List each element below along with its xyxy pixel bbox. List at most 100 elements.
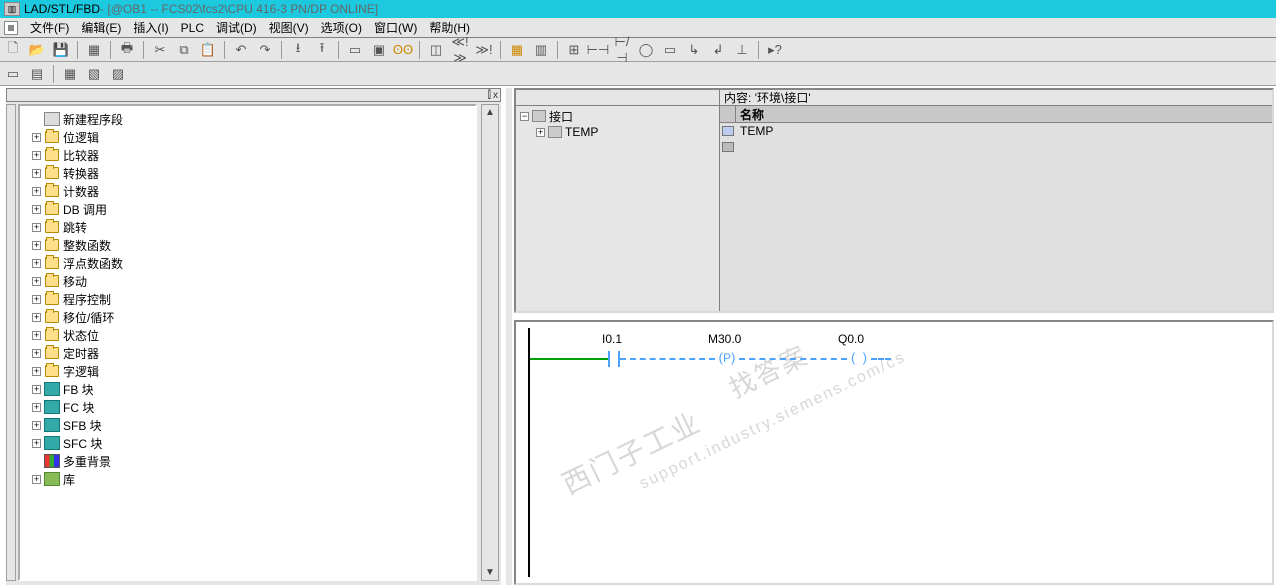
contact-no[interactable] bbox=[608, 351, 620, 367]
tb-block2[interactable]: ▣ bbox=[368, 40, 390, 60]
tree-sfc-blocks[interactable]: +SFC 块 bbox=[22, 434, 473, 452]
p-trigger[interactable]: (P) bbox=[715, 350, 739, 368]
expand-icon[interactable]: + bbox=[32, 385, 41, 394]
tb-contact-nc[interactable]: ⊢/⊣ bbox=[611, 40, 633, 60]
expand-icon[interactable]: + bbox=[32, 331, 41, 340]
iface-root[interactable]: − 接口 bbox=[518, 108, 717, 124]
interface-tree[interactable]: − 接口 + TEMP bbox=[516, 106, 719, 311]
tb-upload[interactable]: ⭱ bbox=[311, 40, 333, 60]
tree-db-call[interactable]: +DB 调用 bbox=[22, 200, 473, 218]
expand-icon[interactable]: + bbox=[32, 241, 41, 250]
catalog-tree[interactable]: 新建程序段 +位逻辑 +比较器 +转换器 +计数器 +DB 调用 +跳转 +整数… bbox=[18, 104, 477, 581]
tb-new[interactable]: 🗋 bbox=[2, 40, 24, 60]
expand-icon[interactable]: + bbox=[32, 133, 41, 142]
catalog-close-icon[interactable]: x bbox=[493, 90, 498, 101]
tb-branch-open[interactable]: ↳ bbox=[683, 40, 705, 60]
tree-float-func[interactable]: +浮点数函数 bbox=[22, 254, 473, 272]
expand-icon[interactable]: + bbox=[32, 475, 41, 484]
menu-window[interactable]: 窗口(W) bbox=[368, 17, 423, 38]
grid-header-icon-col[interactable] bbox=[720, 106, 736, 122]
expand-icon[interactable]: + bbox=[32, 205, 41, 214]
tb-paste[interactable]: 📋 bbox=[197, 40, 219, 60]
tree-status-bit[interactable]: +状态位 bbox=[22, 326, 473, 344]
menu-options[interactable]: 选项(O) bbox=[315, 17, 368, 38]
catalog-pin-icon[interactable]: ⫿ bbox=[488, 90, 491, 101]
tree-bit-logic[interactable]: +位逻辑 bbox=[22, 128, 473, 146]
tb-cut[interactable]: ✂ bbox=[149, 40, 171, 60]
grid-body[interactable]: TEMP bbox=[720, 123, 1272, 311]
expand-icon[interactable]: + bbox=[32, 259, 41, 268]
tree-fc-blocks[interactable]: +FC 块 bbox=[22, 398, 473, 416]
expand-icon[interactable]: + bbox=[32, 295, 41, 304]
expand-icon[interactable]: + bbox=[32, 367, 41, 376]
tb-goto[interactable]: ≪!≫ bbox=[449, 40, 471, 60]
tree-counter[interactable]: +计数器 bbox=[22, 182, 473, 200]
iface-temp[interactable]: + TEMP bbox=[518, 124, 717, 140]
mdi-system-icon[interactable] bbox=[4, 21, 18, 35]
menu-file[interactable]: 文件(F) bbox=[24, 17, 75, 38]
tb-view-detail[interactable]: ▥ bbox=[530, 40, 552, 60]
expand-icon[interactable]: + bbox=[32, 223, 41, 232]
tb2-d[interactable]: ▧ bbox=[83, 64, 105, 84]
tree-move[interactable]: +移动 bbox=[22, 272, 473, 290]
tb-download[interactable]: ⭳ bbox=[287, 40, 309, 60]
tb-contact-no[interactable]: ⊢⊣ bbox=[587, 40, 609, 60]
tb-coil[interactable]: ◯ bbox=[635, 40, 657, 60]
grid-row-empty[interactable] bbox=[720, 139, 1272, 155]
tree-jump[interactable]: +跳转 bbox=[22, 218, 473, 236]
tb-box[interactable]: ▭ bbox=[659, 40, 681, 60]
scroll-up-icon[interactable]: ▲ bbox=[483, 105, 497, 120]
grid-row-temp[interactable]: TEMP bbox=[720, 123, 1272, 139]
tb-whatsthis[interactable]: ▸? bbox=[764, 40, 786, 60]
ladder-editor[interactable]: 西门子工业 找答案 support.industry.siemens.com/c… bbox=[514, 320, 1274, 585]
tb-save[interactable]: 💾 bbox=[50, 40, 72, 60]
vertical-splitter[interactable] bbox=[506, 88, 512, 585]
tree-converter[interactable]: +转换器 bbox=[22, 164, 473, 182]
expand-icon[interactable]: + bbox=[32, 403, 41, 412]
tb-block1[interactable]: ▭ bbox=[344, 40, 366, 60]
tree-fb-blocks[interactable]: +FB 块 bbox=[22, 380, 473, 398]
tb2-a[interactable]: ▭ bbox=[2, 64, 24, 84]
expand-icon[interactable]: + bbox=[32, 277, 41, 286]
tree-timer[interactable]: +定时器 bbox=[22, 344, 473, 362]
expand-icon[interactable]: + bbox=[32, 151, 41, 160]
tb-redo[interactable]: ↷ bbox=[254, 40, 276, 60]
tree-comparator[interactable]: +比较器 bbox=[22, 146, 473, 164]
tb-network[interactable]: ⊞ bbox=[563, 40, 585, 60]
tree-multi-instance[interactable]: 多重背景 bbox=[22, 452, 473, 470]
tb2-b[interactable]: ▤ bbox=[26, 64, 48, 84]
tree-new-network[interactable]: 新建程序段 bbox=[22, 110, 473, 128]
expand-icon[interactable]: + bbox=[536, 128, 545, 137]
tb2-e[interactable]: ▨ bbox=[107, 64, 129, 84]
tb-conn[interactable]: ⊥ bbox=[731, 40, 753, 60]
rung-1[interactable]: (P) ( ) bbox=[530, 352, 962, 366]
menu-plc[interactable]: PLC bbox=[175, 19, 210, 37]
expand-icon[interactable]: + bbox=[32, 187, 41, 196]
tree-shift-rot[interactable]: +移位/循环 bbox=[22, 308, 473, 326]
tb-branch-close[interactable]: ↲ bbox=[707, 40, 729, 60]
tree-word-logic[interactable]: +字逻辑 bbox=[22, 362, 473, 380]
tb-view-overview[interactable]: ▦ bbox=[506, 40, 528, 60]
tb-next[interactable]: ≫! bbox=[473, 40, 495, 60]
tb-ref[interactable]: ◫ bbox=[425, 40, 447, 60]
menu-insert[interactable]: 插入(I) bbox=[127, 17, 174, 38]
tb-undo[interactable]: ↶ bbox=[230, 40, 252, 60]
tree-library[interactable]: +库 bbox=[22, 470, 473, 488]
menu-debug[interactable]: 调试(D) bbox=[210, 17, 263, 38]
collapse-icon[interactable]: − bbox=[520, 112, 529, 121]
expand-icon[interactable]: + bbox=[32, 349, 41, 358]
tree-prog-ctrl[interactable]: +程序控制 bbox=[22, 290, 473, 308]
output-coil[interactable]: ( ) bbox=[847, 350, 871, 368]
menu-edit[interactable]: 编辑(E) bbox=[75, 17, 127, 38]
scroll-down-icon[interactable]: ▼ bbox=[483, 565, 497, 580]
expand-icon[interactable]: + bbox=[32, 169, 41, 178]
tb-monitor[interactable]: ʘʘ bbox=[392, 40, 414, 60]
grid-header-name[interactable]: 名称 bbox=[736, 106, 1272, 122]
tree-int-func[interactable]: +整数函数 bbox=[22, 236, 473, 254]
tree-sfb-blocks[interactable]: +SFB 块 bbox=[22, 416, 473, 434]
tb-open[interactable]: 📂 bbox=[26, 40, 48, 60]
tb-print[interactable]: 🖶 bbox=[116, 40, 138, 60]
catalog-scrollbar[interactable]: ▲ ▼ bbox=[481, 104, 499, 581]
expand-icon[interactable]: + bbox=[32, 421, 41, 430]
tb-copy[interactable]: ⧉ bbox=[173, 40, 195, 60]
